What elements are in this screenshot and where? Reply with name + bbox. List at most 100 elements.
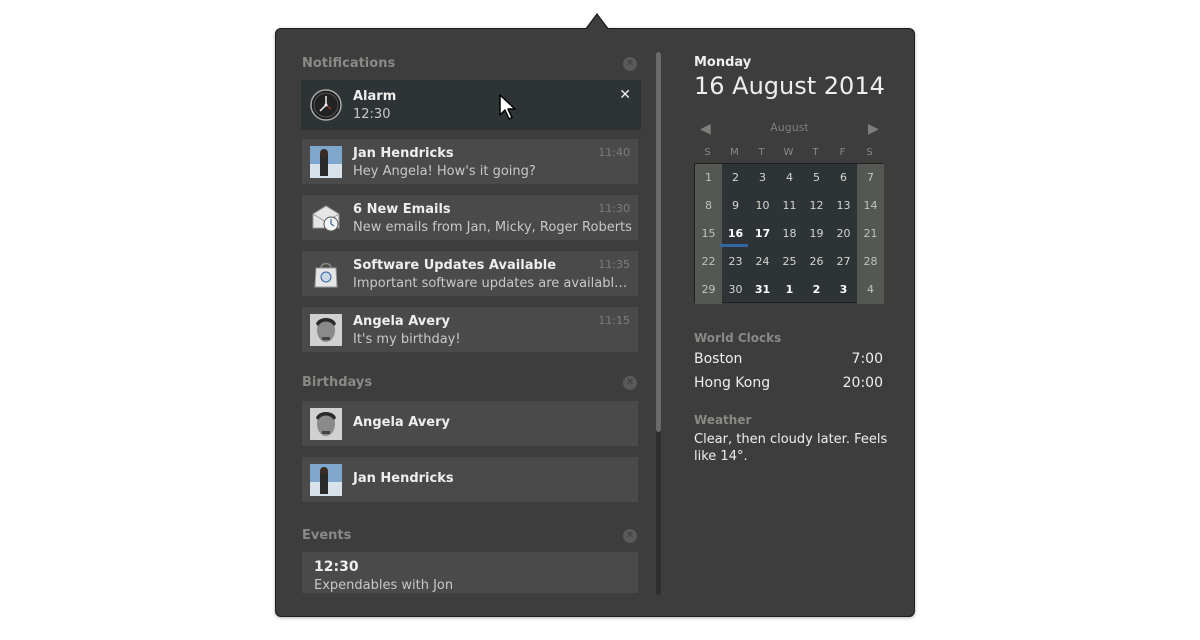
notifications-title: Notifications <box>302 56 396 71</box>
weekday-label: S <box>704 147 711 158</box>
birthday-angela[interactable]: Angela Avery <box>302 401 638 446</box>
month-label: August <box>770 121 809 134</box>
calendar-day[interactable]: 13 <box>830 192 857 220</box>
avatar-jan <box>310 146 342 178</box>
calendar-day[interactable]: 28 <box>857 248 884 276</box>
notification-emails[interactable]: 6 New Emails New emails from Jan, Micky,… <box>302 195 638 240</box>
calendar-day[interactable]: 10 <box>749 192 776 220</box>
calendar-day[interactable]: 20 <box>830 220 857 248</box>
notification-time: 11:35 <box>598 258 630 271</box>
calendar-day[interactable]: 29 <box>695 276 722 304</box>
scrollbar-thumb[interactable] <box>656 52 661 432</box>
event-time: 12:30 <box>314 559 359 575</box>
notification-alarm[interactable]: Alarm 12:30 ✕ <box>301 80 641 130</box>
calendar-day[interactable]: 3 <box>830 276 857 304</box>
world-clocks-title: World Clocks <box>694 331 782 345</box>
clear-notifications-button[interactable]: ✕ <box>623 57 637 71</box>
today-indicator <box>720 244 748 247</box>
notification-angela[interactable]: Angela Avery It's my birthday! 11:15 <box>302 307 638 352</box>
calendar-day[interactable]: 2 <box>803 276 830 304</box>
notifications-scrollbar[interactable] <box>656 52 661 595</box>
calendar-day[interactable]: 7 <box>857 164 884 192</box>
calendar-day[interactable]: 12 <box>803 192 830 220</box>
weekday-label: W <box>783 147 794 158</box>
calendar-day[interactable]: 2 <box>722 164 749 192</box>
notification-title: Jan Hendricks <box>353 146 454 161</box>
calendar-day[interactable]: 1 <box>695 164 722 192</box>
weekday-label: M <box>730 147 739 158</box>
notification-body: Hey Angela! How's it going? <box>353 164 536 179</box>
notification-title: Alarm <box>353 89 397 104</box>
calendar-day[interactable]: 30 <box>722 276 749 304</box>
notification-time: 11:40 <box>598 146 630 159</box>
calendar-day[interactable]: 27 <box>830 248 857 276</box>
birthday-jan[interactable]: Jan Hendricks <box>302 457 638 502</box>
calendar-day[interactable]: 21 <box>857 220 884 248</box>
calendar-day[interactable]: 11 <box>776 192 803 220</box>
clock-time: 20:00 <box>842 375 883 391</box>
notification-time: 11:15 <box>598 314 630 327</box>
calendar-day[interactable]: 4 <box>776 164 803 192</box>
calendar-day[interactable]: 25 <box>776 248 803 276</box>
calendar-day[interactable]: 3 <box>749 164 776 192</box>
alarm-clock-icon <box>310 89 342 121</box>
day-name: Monday <box>694 55 752 70</box>
birthdays-title: Birthdays <box>302 375 373 390</box>
calendar-day[interactable]: 17 <box>749 220 776 248</box>
birthday-name: Jan Hendricks <box>353 471 454 486</box>
weather-text: Clear, then cloudy later. Feels like 14°… <box>694 432 888 464</box>
notification-title: Software Updates Available <box>353 258 557 273</box>
notification-time: 11:30 <box>598 202 630 215</box>
weekday-label: T <box>758 147 765 158</box>
calendar-day[interactable]: 24 <box>749 248 776 276</box>
world-clock-row: Boston 7:00 <box>694 351 883 367</box>
weekday-label: T <box>812 147 819 158</box>
popover-arrow-fill <box>586 15 608 30</box>
mouse-cursor-icon <box>498 93 518 125</box>
events-title: Events <box>302 528 352 543</box>
calendar-day[interactable]: 18 <box>776 220 803 248</box>
clock-city: Boston <box>694 351 743 367</box>
calendar-day[interactable]: 6 <box>830 164 857 192</box>
calendar-day[interactable]: 23 <box>722 248 749 276</box>
calendar-day[interactable]: 8 <box>695 192 722 220</box>
notification-body: New emails from Jan, Micky, Roger Robert… <box>353 220 632 235</box>
calendar-day[interactable]: 22 <box>695 248 722 276</box>
avatar-angela <box>310 408 342 440</box>
weekday-label: S <box>866 147 873 158</box>
notification-software-updates[interactable]: Software Updates Available Important sof… <box>302 251 638 296</box>
birthday-name: Angela Avery <box>353 415 450 430</box>
notification-body: Important software updates are available… <box>353 276 633 291</box>
event-title: Expendables with Jon <box>314 578 454 593</box>
calendar-day[interactable]: 1 <box>776 276 803 304</box>
calendar-day[interactable]: 19 <box>803 220 830 248</box>
next-month-icon[interactable]: ▶ <box>868 121 879 137</box>
avatar-angela <box>310 314 342 346</box>
calendar-day[interactable]: 4 <box>857 276 884 304</box>
event-item[interactable]: 12:30 Expendables with Jon <box>302 552 638 593</box>
notification-body: It's my birthday! <box>353 332 461 347</box>
clear-events-button[interactable]: ✕ <box>623 529 637 543</box>
calendar-day[interactable]: 31 <box>749 276 776 304</box>
weekday-label: F <box>839 147 846 158</box>
notification-jan[interactable]: Jan Hendricks Hey Angela! How's it going… <box>302 139 638 184</box>
avatar-jan <box>310 464 342 496</box>
software-bag-icon <box>310 258 342 290</box>
world-clock-row: Hong Kong 20:00 <box>694 375 883 391</box>
close-notification-icon[interactable]: ✕ <box>619 87 631 103</box>
calendar-day[interactable]: 9 <box>722 192 749 220</box>
calendar-day[interactable]: 14 <box>857 192 884 220</box>
notification-body: 12:30 <box>353 107 391 122</box>
full-date: 16 August 2014 <box>694 72 885 100</box>
mail-icon <box>310 202 342 234</box>
calendar-grid: 1 2 3 4 5 6 7 8 9 10 11 12 13 14 15 16 17 18 19 20 21 22 23 24 2… <box>694 163 884 304</box>
notification-title: 6 New Emails <box>353 202 451 217</box>
clock-time: 7:00 <box>851 351 883 367</box>
weather-title: Weather <box>694 413 752 427</box>
notification-title: Angela Avery <box>353 314 450 329</box>
calendar-day[interactable]: 15 <box>695 220 722 248</box>
clock-city: Hong Kong <box>694 375 771 391</box>
calendar-day[interactable]: 5 <box>803 164 830 192</box>
clear-birthdays-button[interactable]: ✕ <box>623 376 637 390</box>
calendar-day[interactable]: 26 <box>803 248 830 276</box>
